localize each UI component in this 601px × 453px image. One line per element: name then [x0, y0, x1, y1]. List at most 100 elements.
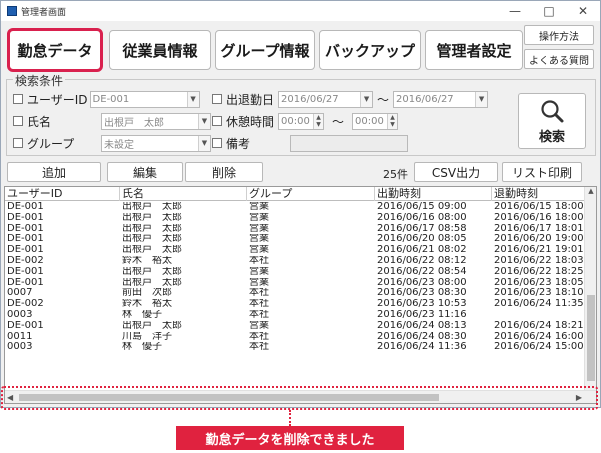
table-row[interactable]: DE-001 出根戸 太郎 営業 2016/06/15 09:00 2016/06/15… [5, 202, 596, 213]
name-label: 氏名 [27, 114, 52, 129]
table-row[interactable]: 0003 林 優子 本社 2016/06/24 11:36 2016/06/24 15:… [5, 342, 596, 353]
chevron-down-icon[interactable]: ▼ [360, 91, 373, 107]
table-row[interactable]: DE-002 鈴木 裕太 本社 2016/06/22 08:12 2016/06/22 … [5, 255, 596, 267]
table-cell: 鈴木 裕太 [122, 299, 172, 310]
chevron-down-icon[interactable]: ▼ [186, 91, 199, 107]
vertical-scrollbar[interactable]: ▲ [584, 187, 596, 390]
user-id-row: ユーザーID DE-001 ▼ [13, 90, 200, 108]
column-header-name[interactable]: 氏名 [120, 187, 247, 201]
table-cell: 川島 洋子 [122, 331, 172, 342]
table-cell: 営業 [249, 266, 269, 277]
table-row[interactable]: DE-001 出根戸 太郎 営業 2016/06/22 08:54 2016/06/22… [5, 266, 596, 278]
edit-button[interactable]: 編集 [107, 162, 183, 182]
name-checkbox[interactable] [13, 116, 23, 126]
add-button[interactable]: 追加 [7, 162, 101, 182]
table-cell: 2016/06/24 08:13 [377, 320, 467, 331]
tab-attendance-data[interactable]: 勤怠データ [7, 28, 103, 72]
group-row: グループ 未設定 ▼ [13, 134, 211, 152]
print-list-button[interactable]: リスト印刷 [502, 162, 582, 182]
name-select[interactable]: 出根戸 太郎 ▼ [101, 112, 211, 130]
vertical-scroll-thumb[interactable] [587, 295, 595, 381]
spinner-arrows-icon[interactable]: ▲ ▼ [387, 113, 398, 129]
table-cell: 2016/06/16 08:00 [377, 212, 467, 223]
table-cell: 出根戸 太郎 [122, 223, 182, 234]
scroll-up-icon[interactable]: ▲ [585, 187, 596, 195]
table-row[interactable]: DE-001 出根戸 太郎 営業 2016/06/17 08:58 2016/06/17… [5, 223, 596, 235]
table-row[interactable]: DE-001 出根戸 太郎 営業 2016/06/24 08:13 2016/06/24… [5, 320, 596, 332]
table-cell: 2016/06/24 11:36 [377, 342, 467, 353]
table-cell: 出根戸 太郎 [122, 320, 182, 331]
app-window: 管理者画面 — □ ✕ 勤怠データ 従業員情報 グループ情報 バックアップ 管理… [0, 0, 601, 408]
tab-group-info[interactable]: グループ情報 [215, 30, 315, 70]
tab-employee-info[interactable]: 従業員情報 [109, 30, 211, 70]
date-checkbox[interactable] [212, 94, 222, 104]
close-button[interactable]: ✕ [566, 1, 600, 21]
table-row[interactable]: 0011 川島 洋子 本社 2016/06/24 08:30 2016/06/24 16… [5, 331, 596, 343]
table-cell: 営業 [249, 245, 269, 256]
tab-admin-settings[interactable]: 管理者設定 [425, 30, 523, 70]
user-id-value: DE-001 [92, 93, 130, 105]
table-row[interactable]: DE-001 出根戸 太郎 営業 2016/06/20 08:05 2016/06/20… [5, 234, 596, 245]
window-title: 管理者画面 [21, 7, 67, 18]
name-row: 氏名 出根戸 太郎 ▼ [13, 112, 211, 130]
table-cell: 0011 [7, 331, 33, 342]
table-cell: DE-001 [7, 266, 44, 277]
table-row[interactable]: 0003 林 優子 本社 2016/06/23 11:16 [5, 310, 596, 321]
name-value: 出根戸 太郎 [104, 117, 164, 129]
column-header-user-id[interactable]: ユーザーID [5, 187, 120, 201]
column-header-clock-in[interactable]: 出勤時刻 [375, 187, 492, 201]
break-from-spinner[interactable]: 00:00 ▲ ▼ [278, 112, 325, 130]
break-checkbox[interactable] [212, 116, 222, 126]
tab-backup[interactable]: バックアップ [319, 30, 421, 70]
date-row: 出退勤日 2016/06/27 ▼ ～ 2016/06/27 ▼ [212, 90, 489, 108]
table-cell: 出根戸 太郎 [122, 212, 182, 223]
table-cell: 2016/06/15 18:00 [494, 202, 584, 212]
minimize-button[interactable]: — [498, 1, 532, 21]
help-button[interactable]: 操作方法 [524, 25, 594, 45]
note-checkbox[interactable] [212, 138, 222, 148]
date-label: 出退勤日 [226, 92, 275, 107]
table-row[interactable]: DE-002 鈴木 裕太 本社 2016/06/23 10:53 2016/06/24 … [5, 299, 596, 310]
user-id-select[interactable]: DE-001 ▼ [89, 90, 200, 108]
table-cell: 2016/06/24 11:35 [494, 299, 584, 310]
maximize-button[interactable]: □ [532, 1, 566, 21]
chevron-down-icon[interactable]: ▼ [198, 113, 210, 129]
chevron-down-icon[interactable]: ▼ [475, 91, 488, 107]
table-cell: 2016/06/24 18:21 [494, 320, 584, 331]
table-row[interactable]: DE-001 出根戸 太郎 営業 2016/06/23 08:00 2016/06/23… [5, 277, 596, 289]
note-input[interactable] [290, 134, 408, 152]
date-to-picker[interactable]: 2016/06/27 ▼ [393, 90, 489, 108]
table-cell: 本社 [249, 288, 269, 299]
table-cell: 出根戸 太郎 [122, 202, 182, 212]
table-cell: 営業 [249, 223, 269, 234]
table-cell: 2016/06/23 18:10 [494, 288, 584, 299]
table-row[interactable]: DE-001 出根戸 太郎 営業 2016/06/21 08:02 2016/06/21… [5, 245, 596, 256]
column-header-clock-out[interactable]: 退勤時刻 [492, 187, 596, 201]
delete-success-callout: 勤怠データを削除できました [176, 426, 404, 450]
delete-button[interactable]: 削除 [185, 162, 263, 182]
user-id-checkbox[interactable] [13, 94, 23, 104]
group-select[interactable]: 未設定 ▼ [101, 134, 211, 152]
csv-export-button[interactable]: CSV出力 [414, 162, 498, 182]
chevron-down-icon[interactable]: ▼ [198, 135, 210, 151]
table-cell: 2016/06/22 08:12 [377, 255, 467, 266]
table-cell: 2016/06/22 18:03 [494, 255, 584, 266]
table-cell: 営業 [249, 234, 269, 245]
break-to-spinner[interactable]: 00:00 ▲ ▼ [352, 112, 399, 130]
table-cell: 営業 [249, 277, 269, 288]
date-from-picker[interactable]: 2016/06/27 ▼ [278, 90, 374, 108]
table-cell: 林 優子 [122, 342, 162, 353]
spinner-arrows-icon[interactable]: ▲ ▼ [313, 113, 324, 129]
table-cell: 2016/06/22 18:25 [494, 266, 584, 277]
table-cell: 2016/06/17 08:58 [377, 223, 467, 234]
break-separator: ～ [332, 114, 345, 129]
group-checkbox[interactable] [13, 138, 23, 148]
faq-button[interactable]: よくある質問 [524, 49, 594, 69]
search-button[interactable]: 検索 [518, 93, 586, 149]
title-bar[interactable]: 管理者画面 — □ ✕ [1, 1, 600, 21]
column-header-group[interactable]: グループ [247, 187, 375, 201]
table-row[interactable]: DE-001 出根戸 太郎 営業 2016/06/16 08:00 2016/06/16… [5, 212, 596, 224]
table-row[interactable]: 0007 前田 次郎 本社 2016/06/23 08:30 2016/06/23 18… [5, 288, 596, 299]
table-cell: 営業 [249, 202, 269, 212]
table-cell: 0007 [7, 288, 33, 299]
